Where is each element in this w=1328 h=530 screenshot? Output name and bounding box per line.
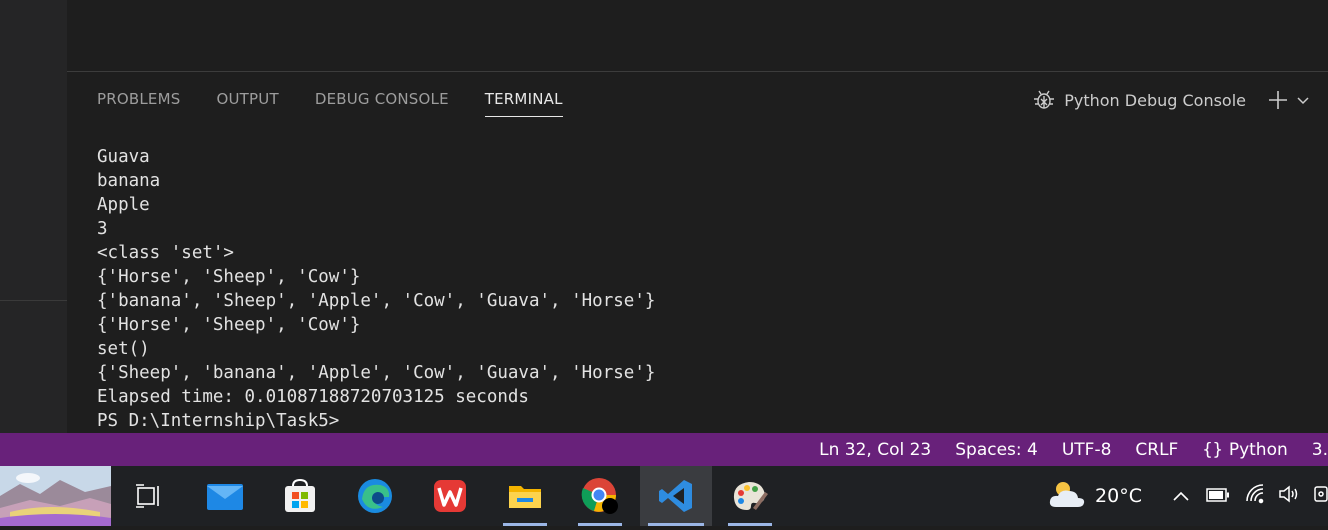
terminal-line: {'Horse', 'Sheep', 'Cow'} <box>97 267 361 287</box>
weather-icon[interactable] <box>1047 477 1087 516</box>
terminal-output[interactable]: Guava banana Apple 3 <class 'set'> {'Horse', … <box>97 145 655 433</box>
braces-icon: {} <box>1202 439 1223 460</box>
python-version[interactable]: 3. <box>1300 440 1328 460</box>
terminal-line: {'Sheep', 'banana', 'Apple', 'Cow', 'Gua… <box>97 363 656 383</box>
weather-temperature[interactable]: 20°C <box>1095 485 1142 507</box>
activity-separator <box>0 300 67 301</box>
terminal-prompt: PS D:\Internship\Task5> <box>97 411 340 431</box>
system-tray: 20°C <box>1047 466 1328 526</box>
encoding[interactable]: UTF-8 <box>1050 440 1124 460</box>
window-thumbnail[interactable] <box>0 466 111 526</box>
cursor-position[interactable]: Ln 32, Col 23 <box>807 440 943 460</box>
wps-office-icon[interactable] <box>420 466 480 526</box>
new-terminal-icon[interactable] <box>1268 90 1288 110</box>
debug-bug-icon <box>1032 88 1056 112</box>
terminal-panel: PROBLEMS OUTPUT DEBUG CONSOLE TERMINAL P… <box>67 71 1328 434</box>
console-selector[interactable]: Python Debug Console <box>1064 91 1246 110</box>
battery-icon[interactable] <box>1206 485 1230 507</box>
volume-icon[interactable] <box>1278 484 1302 509</box>
wifi-icon[interactable] <box>1244 483 1266 509</box>
panel-tabs: PROBLEMS OUTPUT DEBUG CONSOLE TERMINAL <box>97 90 563 117</box>
terminal-line: set() <box>97 339 150 359</box>
edge-icon[interactable] <box>345 466 405 526</box>
chrome-icon[interactable] <box>570 466 630 526</box>
tab-problems[interactable]: PROBLEMS <box>97 90 180 117</box>
mail-icon[interactable] <box>195 466 255 526</box>
terminal-line: {'banana', 'Sheep', 'Apple', 'Cow', 'Gua… <box>97 291 656 311</box>
terminal-line: Guava <box>97 147 150 167</box>
microsoft-store-icon[interactable] <box>270 466 330 526</box>
activity-bar <box>0 0 67 433</box>
language-label: Python <box>1228 439 1288 460</box>
terminal-line: <class 'set'> <box>97 243 234 263</box>
vscode-icon[interactable] <box>640 466 712 526</box>
task-view-icon[interactable] <box>118 466 178 526</box>
terminal-line: banana <box>97 171 161 191</box>
file-explorer-icon[interactable] <box>495 466 555 526</box>
terminal-line: Elapsed time: 0.01087188720703125 second… <box>97 387 529 407</box>
status-bar: Ln 32, Col 23 Spaces: 4 UTF-8 CRLF {} Py… <box>0 433 1328 466</box>
line-ending[interactable]: CRLF <box>1123 440 1190 460</box>
meet-now-icon[interactable] <box>1314 483 1328 510</box>
taskbar: 20°C <box>0 466 1328 526</box>
paint-icon[interactable] <box>720 466 780 526</box>
terminal-line: Apple <box>97 195 150 215</box>
panel-actions: Python Debug Console <box>1032 88 1310 112</box>
tab-debug-console[interactable]: DEBUG CONSOLE <box>315 90 449 117</box>
chevron-down-icon[interactable] <box>1296 93 1310 107</box>
language-mode[interactable]: {} Python <box>1190 440 1299 460</box>
indentation[interactable]: Spaces: 4 <box>943 440 1050 460</box>
chevron-up-icon[interactable] <box>1172 485 1190 507</box>
terminal-line: 3 <box>97 219 108 239</box>
editor-area <box>67 0 1328 71</box>
tab-terminal[interactable]: TERMINAL <box>484 90 563 117</box>
terminal-line: {'Horse', 'Sheep', 'Cow'} <box>97 315 361 335</box>
tab-output[interactable]: OUTPUT <box>216 90 278 117</box>
